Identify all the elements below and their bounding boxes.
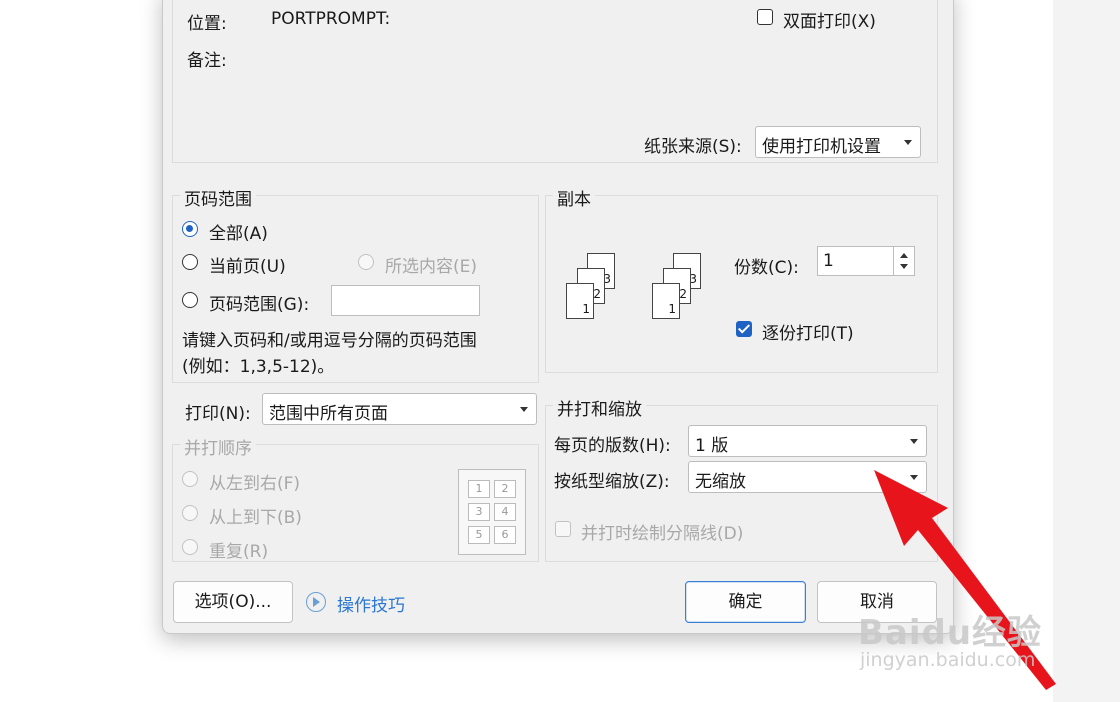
collate-label[interactable]: 逐份打印(T) [762, 319, 854, 344]
copies-count-input[interactable]: 1 [817, 246, 915, 276]
radio-all-label[interactable]: 全部(A) [209, 219, 268, 244]
zoom-legend: 并打和缩放 [553, 395, 646, 420]
radio-page-range-label[interactable]: 页码范围(G): [209, 290, 309, 315]
page-range-input[interactable] [331, 285, 480, 316]
tips-link[interactable]: 操作技巧 [337, 591, 405, 616]
spinner-down-icon[interactable] [900, 264, 908, 269]
paper-source-label: 纸张来源(S): [644, 137, 742, 157]
pages-per-sheet-value: 1 版 [695, 436, 729, 456]
radio-current-page[interactable] [182, 254, 198, 270]
comment-label: 备注: [187, 51, 227, 71]
layout-cell: 1 [468, 480, 490, 498]
collate-checkbox[interactable] [736, 321, 752, 337]
radio-all[interactable] [182, 221, 198, 237]
paper-source-value: 使用打印机设置 [762, 137, 881, 157]
radio-left-to-right-label: 从左到右(F) [209, 474, 301, 494]
chevron-down-icon [520, 407, 528, 412]
baidu-watermark-url: jingyan.baidu.com [860, 649, 1036, 671]
scale-to-paper-value: 无缩放 [695, 472, 746, 492]
location-value: PORTPROMPT: [271, 9, 391, 29]
spinner-up-icon[interactable] [900, 253, 908, 258]
copies-legend: 副本 [553, 185, 595, 210]
layout-cell: 2 [494, 480, 516, 498]
radio-current-label[interactable]: 当前页(U) [209, 252, 286, 277]
print-what-label: 打印(N): [185, 404, 251, 424]
print-dialog: 位置: PORTPROMPT: 备注: 双面打印(X) 纸张来源(S): 使用打… [162, 0, 954, 634]
copies-count-value: 1 [823, 251, 834, 271]
page-sheet: 1 [566, 283, 594, 319]
copies-spinner[interactable] [893, 247, 916, 275]
duplex-checkbox[interactable] [757, 9, 773, 25]
print-what-select[interactable]: 范围中所有页面 [262, 393, 537, 425]
page-range-hint-1: 请键入页码和/或用逗号分隔的页码范围 [182, 331, 477, 351]
location-label: 位置: [187, 14, 227, 34]
copies-count-label: 份数(C): [734, 258, 799, 278]
radio-top-to-bottom [182, 505, 198, 521]
radio-top-to-bottom-label: 从上到下(B) [209, 508, 302, 528]
page-range-hint-2: (例如：1,3,5-12)。 [182, 357, 335, 377]
print-order-layout-icon: 1 2 3 4 5 6 [458, 469, 526, 555]
draw-borders-label: 并打时绘制分隔线(D) [581, 524, 744, 544]
baidu-watermark-logo: Baidu经验 [858, 613, 1043, 653]
radio-selection [358, 254, 374, 270]
layout-cell: 6 [494, 526, 516, 544]
pages-per-sheet-select[interactable]: 1 版 [688, 425, 927, 457]
paper-source-select[interactable]: 使用打印机设置 [755, 126, 921, 158]
chevron-down-icon [904, 140, 912, 145]
ok-button[interactable]: 确定 [685, 581, 806, 623]
print-what-value: 范围中所有页面 [269, 404, 388, 424]
radio-repeat-label: 重复(R) [209, 542, 269, 562]
radio-repeat [182, 539, 198, 555]
page-sheet: 1 [652, 283, 680, 319]
layout-cell: 5 [468, 526, 490, 544]
duplex-label[interactable]: 双面打印(X) [783, 7, 876, 32]
play-circle-icon[interactable] [306, 592, 326, 612]
scale-to-paper-label: 按纸型缩放(Z): [554, 472, 670, 492]
pages-per-sheet-label: 每页的版数(H): [554, 436, 671, 456]
uncollated-pages-icon: 3 2 1 [565, 253, 623, 331]
radio-page-range[interactable] [182, 292, 198, 308]
radio-selection-label: 所选内容(E) [385, 257, 478, 277]
collated-pages-icon: 3 2 1 [651, 253, 709, 331]
layout-cell: 4 [494, 503, 516, 521]
options-button[interactable]: 选项(O)... [173, 581, 293, 623]
page-range-legend: 页码范围 [180, 185, 256, 210]
chevron-down-icon [910, 439, 918, 444]
draw-borders-checkbox [555, 521, 571, 537]
layout-cell: 3 [468, 503, 490, 521]
print-order-legend: 并打顺序 [180, 434, 256, 459]
radio-left-to-right [182, 471, 198, 487]
